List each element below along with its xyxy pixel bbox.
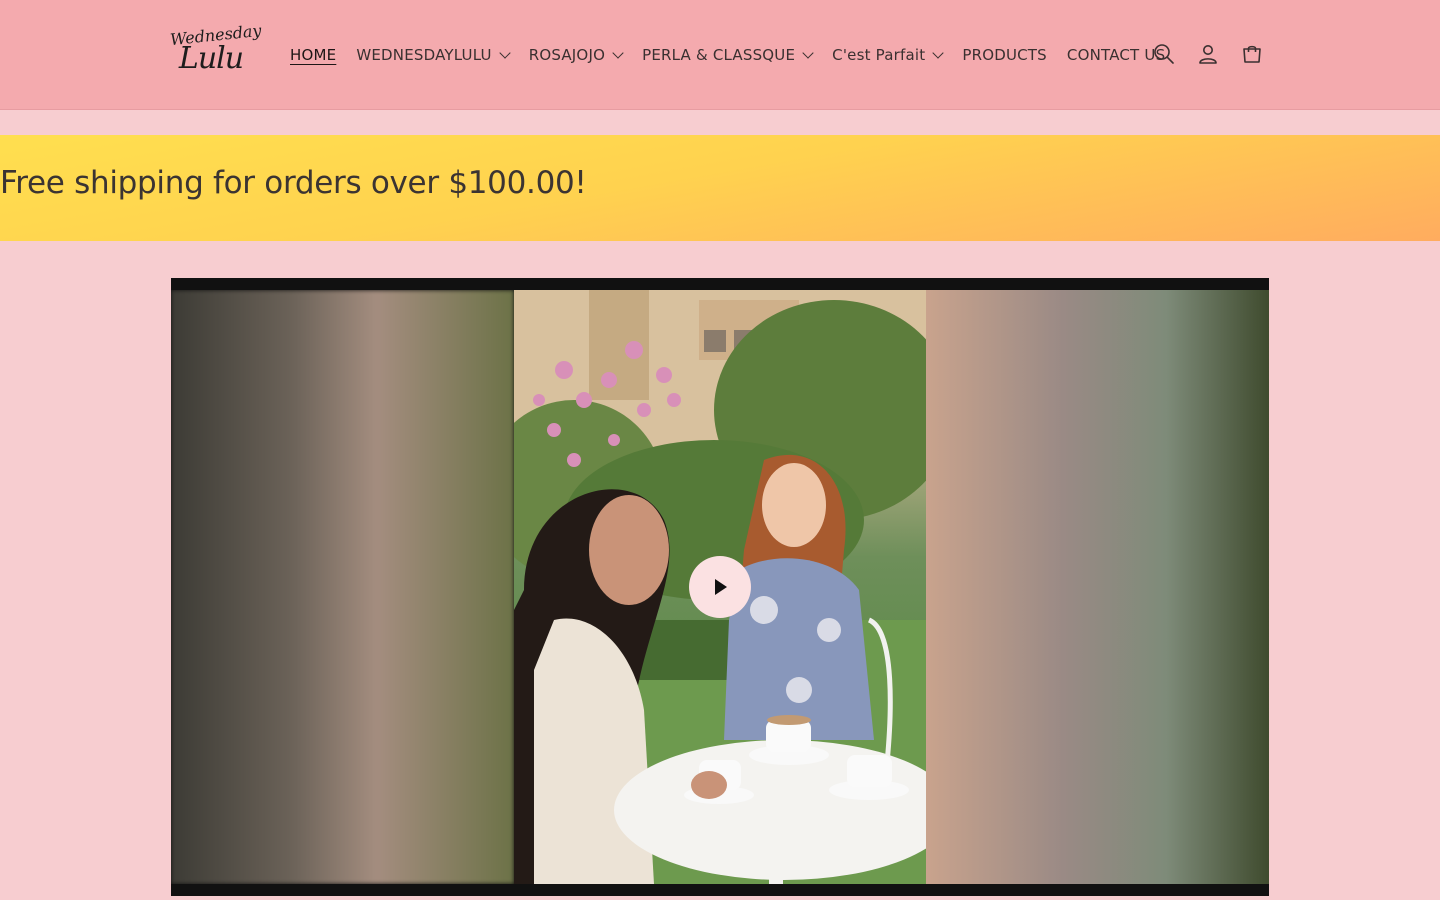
site-header: Wednesday Lulu HOME WEDNESDAYLULU ROSAJO…: [0, 0, 1440, 110]
account-icon: [1199, 45, 1217, 64]
video-blur-left: [171, 290, 514, 884]
chevron-down-icon: [499, 47, 511, 59]
video-blur-right: [926, 290, 1269, 884]
announcement-banner: Free shipping for orders over $100.00!: [0, 135, 1440, 241]
chevron-down-icon: [932, 47, 944, 59]
nav-item-perla-classque[interactable]: PERLA & CLASSQUE: [632, 46, 822, 64]
main-nav: HOME WEDNESDAYLULU ROSAJOJO PERLA & CLAS…: [280, 40, 1175, 70]
play-button[interactable]: [689, 556, 751, 618]
search-button[interactable]: [1144, 34, 1184, 74]
chevron-down-icon: [612, 47, 624, 59]
announcement-text: Free shipping for orders over $100.00!: [0, 165, 587, 201]
nav-item-cest-parfait[interactable]: C'est Parfait: [822, 46, 952, 64]
video-player[interactable]: [171, 278, 1269, 896]
logo-line2: Lulu: [178, 41, 244, 76]
play-icon: [715, 579, 727, 595]
account-button[interactable]: [1188, 34, 1228, 74]
nav-item-wednesdaylulu[interactable]: WEDNESDAYLULU: [346, 46, 518, 64]
nav-item-products[interactable]: PRODUCTS: [952, 46, 1057, 64]
chevron-down-icon: [802, 47, 814, 59]
nav-item-rosajojo[interactable]: ROSAJOJO: [519, 46, 632, 64]
nav-item-home[interactable]: HOME: [280, 46, 346, 64]
search-icon: [1154, 44, 1174, 64]
site-logo[interactable]: Wednesday Lulu: [169, 21, 262, 84]
cart-icon: [1243, 45, 1261, 63]
cart-button[interactable]: [1232, 34, 1272, 74]
header-icons: [1144, 34, 1276, 74]
